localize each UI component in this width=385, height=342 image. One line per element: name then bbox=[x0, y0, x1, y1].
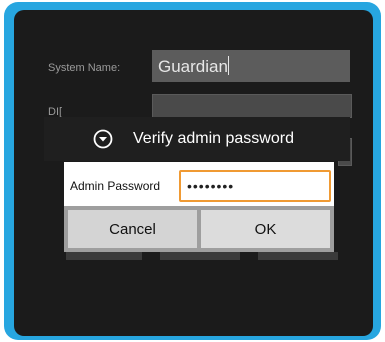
system-name-value: Guardian bbox=[158, 57, 228, 76]
system-name-input[interactable]: Guardian bbox=[152, 50, 350, 82]
admin-password-label: Admin Password bbox=[70, 179, 161, 193]
system-name-label: System Name: bbox=[48, 62, 121, 74]
text-caret bbox=[227, 56, 229, 75]
device-screen: System Name: Guardian DI[ Se Verify admi… bbox=[14, 10, 373, 336]
ok-button[interactable]: OK bbox=[201, 210, 330, 248]
dialog-title-bar: Verify admin password bbox=[44, 117, 350, 161]
chevron-down-circle-icon bbox=[93, 129, 113, 149]
admin-password-input[interactable]: •••••••• bbox=[179, 170, 331, 202]
bg-button-right[interactable] bbox=[258, 252, 338, 260]
did-field[interactable] bbox=[152, 94, 352, 118]
verify-password-dialog: Admin Password •••••••• Cancel OK bbox=[64, 162, 334, 252]
cancel-button[interactable]: Cancel bbox=[68, 210, 197, 248]
device-frame: System Name: Guardian DI[ Se Verify admi… bbox=[4, 2, 381, 340]
bg-button-middle[interactable] bbox=[160, 252, 240, 260]
dialog-button-row: Cancel OK bbox=[64, 206, 334, 252]
bg-button-left[interactable] bbox=[66, 252, 142, 260]
admin-password-value: •••••••• bbox=[187, 178, 235, 194]
dialog-title: Verify admin password bbox=[133, 130, 294, 147]
